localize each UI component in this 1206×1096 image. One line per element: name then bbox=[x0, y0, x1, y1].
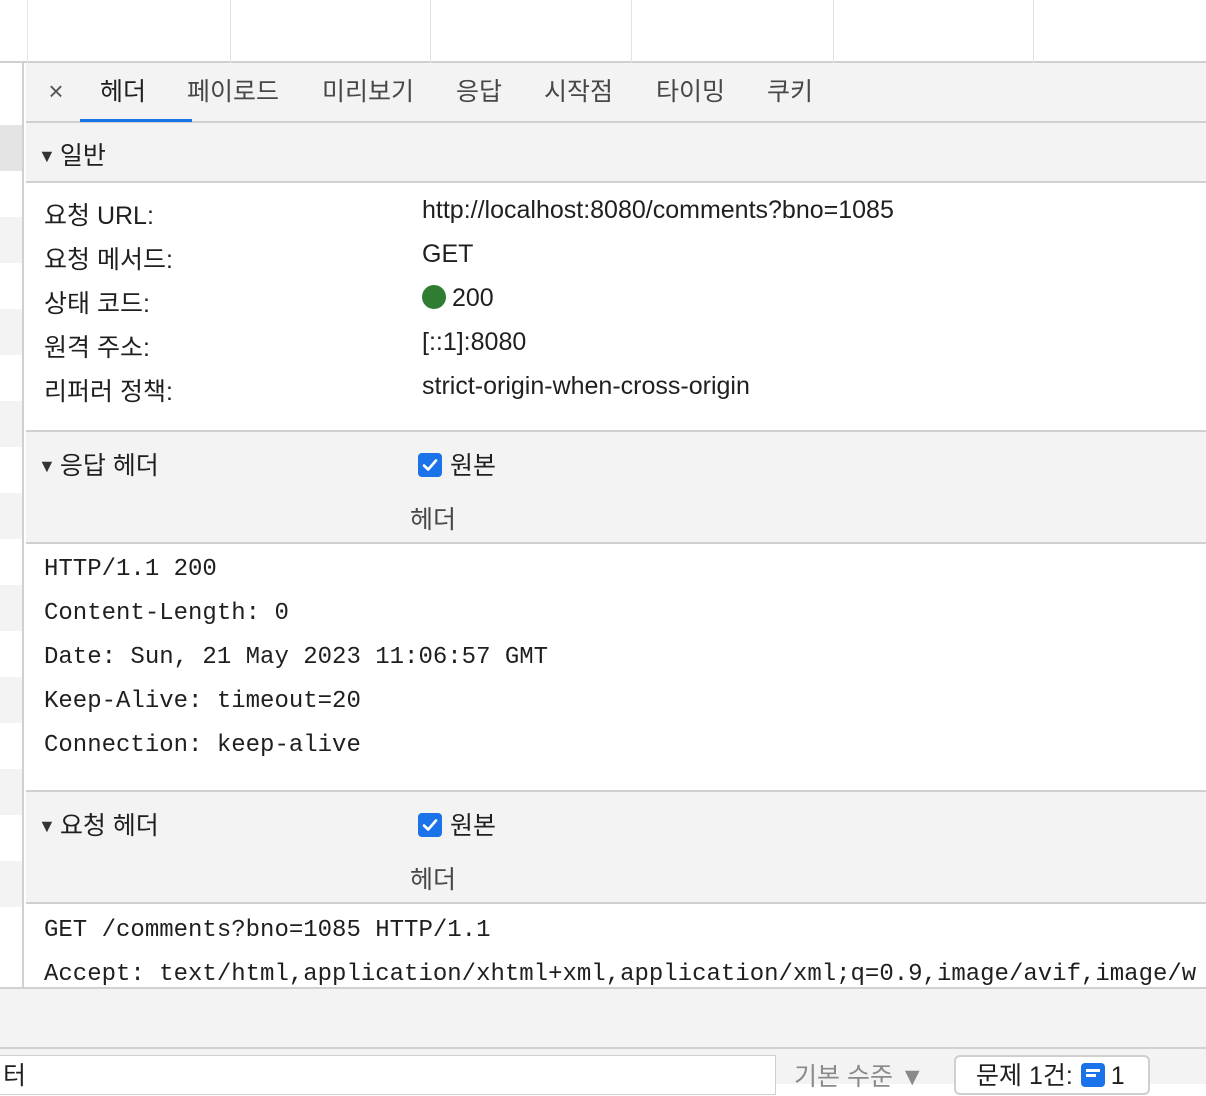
waterfall-gridline bbox=[1033, 0, 1034, 63]
request-row[interactable] bbox=[0, 861, 22, 907]
request-row[interactable] bbox=[0, 401, 22, 447]
request-raw-sublabel: 헤더 bbox=[410, 866, 457, 894]
expand-triangle-icon: ▼ bbox=[38, 816, 56, 836]
general-section-header[interactable]: ▼ 일반 bbox=[26, 123, 1206, 183]
request-row[interactable] bbox=[0, 585, 22, 631]
response-headers-section-header: ▼ 응답 헤더 원본 헤더 bbox=[26, 430, 1206, 544]
status-code-label: 상태 코드: bbox=[44, 290, 150, 318]
status-dot-icon bbox=[422, 285, 446, 310]
request-method-label: 요청 메서드: bbox=[44, 246, 173, 274]
request-header-line: GET /comments?bno=1085 HTTP/1.1 bbox=[44, 917, 491, 944]
log-level-dropdown[interactable]: 기본 수준 ▼ bbox=[794, 1057, 925, 1093]
waterfall-gridline bbox=[631, 0, 632, 63]
waterfall-gridline bbox=[27, 0, 28, 63]
response-headers-toggle[interactable]: ▼ 응답 헤더 bbox=[38, 446, 159, 482]
request-raw-label: 원본 bbox=[450, 812, 497, 840]
request-header-line: Accept: text/html,application/xhtml+xml,… bbox=[44, 961, 1197, 988]
waterfall-gridline bbox=[230, 0, 231, 63]
request-row[interactable] bbox=[0, 677, 22, 723]
response-header-line: HTTP/1.1 200 bbox=[44, 556, 217, 583]
response-header-line: Content-Length: 0 bbox=[44, 600, 289, 627]
expand-triangle-icon: ▼ bbox=[38, 456, 56, 476]
waterfall-strip bbox=[0, 0, 1206, 63]
tab-response[interactable]: 응답 bbox=[456, 63, 502, 121]
status-code-value-wrap: 200 bbox=[422, 284, 494, 313]
request-row[interactable] bbox=[0, 769, 22, 815]
request-headers-title: 요청 헤더 bbox=[59, 812, 159, 840]
request-method-value: GET bbox=[422, 240, 474, 268]
referrer-policy-value: strict-origin-when-cross-origin bbox=[422, 372, 750, 400]
expand-triangle-icon: ▼ bbox=[38, 146, 56, 166]
tab-cookies[interactable]: 쿠키 bbox=[767, 63, 813, 121]
request-headers-section-header: ▼ 요청 헤더 원본 헤더 bbox=[26, 790, 1206, 904]
response-header-line: Keep-Alive: timeout=20 bbox=[44, 688, 361, 715]
general-title: 일반 bbox=[59, 142, 106, 170]
response-raw-checkbox[interactable]: 원본 bbox=[418, 446, 496, 482]
checkbox-checked-icon bbox=[418, 813, 442, 838]
detail-tabbar: × 헤더 페이로드 미리보기 응답 시작점 타이밍 쿠키 bbox=[26, 63, 1206, 123]
checkbox-checked-icon bbox=[418, 453, 442, 478]
issues-button[interactable]: 문제 1건: 1 bbox=[954, 1055, 1150, 1095]
console-filter-input[interactable]: 터 bbox=[0, 1055, 776, 1095]
response-header-line: Date: Sun, 21 May 2023 11:06:57 GMT bbox=[44, 644, 549, 671]
response-raw-sublabel: 헤더 bbox=[410, 506, 457, 534]
waterfall-gridline bbox=[833, 0, 834, 63]
request-row[interactable] bbox=[0, 309, 22, 355]
status-code-value: 200 bbox=[452, 284, 494, 312]
response-header-line: Connection: keep-alive bbox=[44, 732, 361, 759]
tab-payload[interactable]: 페이로드 bbox=[187, 63, 279, 121]
general-toggle[interactable]: ▼ 일반 bbox=[38, 136, 106, 172]
request-raw-checkbox[interactable]: 원본 bbox=[418, 806, 496, 842]
request-row[interactable] bbox=[0, 493, 22, 539]
request-row[interactable] bbox=[0, 217, 22, 263]
request-list[interactable] bbox=[0, 63, 24, 987]
tab-initiator[interactable]: 시작점 bbox=[544, 63, 613, 121]
tab-headers[interactable]: 헤더 bbox=[100, 63, 146, 121]
remote-address-value: [::1]:8080 bbox=[422, 328, 527, 356]
issues-label: 문제 1건: bbox=[976, 1062, 1073, 1090]
request-url-value: http://localhost:8080/comments?bno=1085 bbox=[422, 196, 894, 224]
issues-count: 1 bbox=[1110, 1062, 1125, 1090]
response-headers-title: 응답 헤더 bbox=[59, 452, 159, 480]
response-raw-label: 원본 bbox=[450, 452, 497, 480]
tab-preview[interactable]: 미리보기 bbox=[322, 63, 414, 121]
waterfall-gridline bbox=[430, 0, 431, 63]
close-icon[interactable]: × bbox=[42, 77, 70, 105]
console-drawer: 터 기본 수준 ▼ 문제 1건: 1 bbox=[0, 1049, 1206, 1095]
referrer-policy-label: 리퍼러 정책: bbox=[44, 378, 173, 406]
request-row[interactable] bbox=[0, 125, 22, 171]
active-tab-indicator bbox=[80, 119, 192, 122]
tab-timing[interactable]: 타이밍 bbox=[656, 63, 725, 121]
remote-address-label: 원격 주소: bbox=[44, 334, 150, 362]
request-url-label: 요청 URL: bbox=[44, 202, 154, 230]
request-headers-toggle[interactable]: ▼ 요청 헤더 bbox=[38, 806, 159, 842]
drawer-toolbar bbox=[0, 987, 1206, 1049]
